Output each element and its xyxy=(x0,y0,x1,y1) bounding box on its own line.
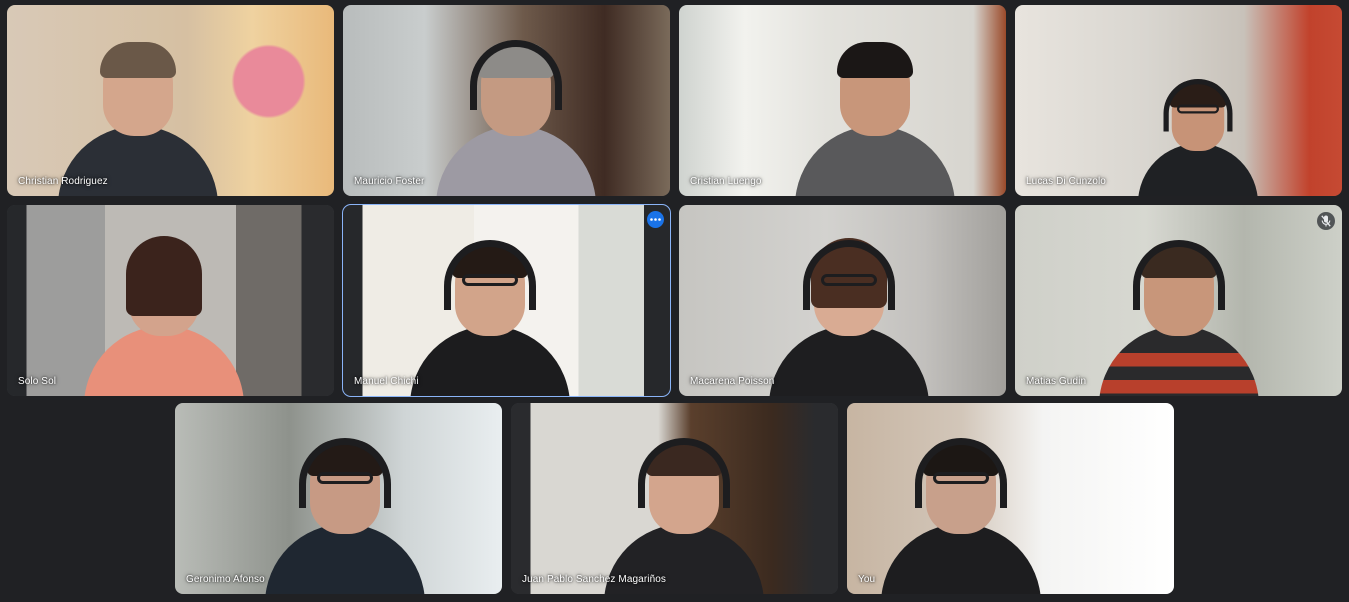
video-feed xyxy=(7,5,334,196)
participant-name: You xyxy=(858,574,876,585)
video-feed xyxy=(1015,5,1342,196)
more-options-button[interactable] xyxy=(647,211,664,228)
participant-silhouette xyxy=(426,26,606,196)
video-feed xyxy=(679,205,1006,396)
video-feed xyxy=(1015,205,1342,396)
participant-tile-manuel-chichi[interactable]: Manuel Chichi xyxy=(342,204,671,397)
mic-off-indicator xyxy=(1317,212,1335,230)
participant-name: Macarena Poisson xyxy=(690,376,775,387)
video-feed xyxy=(7,205,334,396)
video-feed xyxy=(847,403,1174,594)
participant-silhouette xyxy=(785,26,965,196)
participant-silhouette xyxy=(400,226,580,396)
participant-silhouette xyxy=(1131,69,1266,196)
participant-name: Geronimo Afonso xyxy=(186,574,265,585)
participant-tile-lucas-di-cunzolo[interactable]: Lucas Di Cunzolo xyxy=(1015,5,1342,196)
participant-tile-matias-gudin[interactable]: Matias Gudin xyxy=(1015,205,1342,396)
video-feed xyxy=(679,5,1006,196)
video-feed xyxy=(343,5,670,196)
participant-name: Christian Rodriguez xyxy=(18,176,108,187)
participant-silhouette xyxy=(871,424,1051,594)
participant-silhouette xyxy=(48,26,228,196)
participant-tile-christian-rodriguez[interactable]: Christian Rodriguez xyxy=(7,5,334,196)
participant-tile-juan-pablo-sanchez-magarinos[interactable]: Juan Pablo Sanchez Magariños xyxy=(511,403,838,594)
participant-silhouette xyxy=(594,424,774,594)
meeting-grid: Christian Rodriguez Mauricio Foster Cris… xyxy=(0,0,1349,602)
participant-silhouette xyxy=(74,226,254,396)
video-feed xyxy=(343,205,670,396)
participant-name: Lucas Di Cunzolo xyxy=(1026,176,1106,187)
participant-silhouette xyxy=(759,226,939,396)
participant-name: Matias Gudin xyxy=(1026,376,1087,387)
mic-off-icon xyxy=(1321,215,1331,227)
participant-tile-macarena-poisson[interactable]: Macarena Poisson xyxy=(679,205,1006,396)
participant-name: Mauricio Foster xyxy=(354,176,425,187)
participant-tile-you[interactable]: You xyxy=(847,403,1174,594)
video-feed xyxy=(175,403,502,594)
participant-tile-geronimo-afonso[interactable]: Geronimo Afonso xyxy=(175,403,502,594)
more-options-icon xyxy=(650,218,661,221)
participant-tile-solo-sol[interactable]: Solo Sol xyxy=(7,205,334,396)
participant-name: Manuel Chichi xyxy=(354,376,419,387)
participant-tile-mauricio-foster[interactable]: Mauricio Foster xyxy=(343,5,670,196)
participant-tile-cristian-luengo[interactable]: Cristian Luengo xyxy=(679,5,1006,196)
participant-silhouette xyxy=(1089,226,1269,396)
video-feed xyxy=(511,403,838,594)
participant-silhouette xyxy=(255,424,435,594)
participant-name: Solo Sol xyxy=(18,376,57,387)
participant-name: Juan Pablo Sanchez Magariños xyxy=(522,574,667,585)
participant-name: Cristian Luengo xyxy=(690,176,762,187)
